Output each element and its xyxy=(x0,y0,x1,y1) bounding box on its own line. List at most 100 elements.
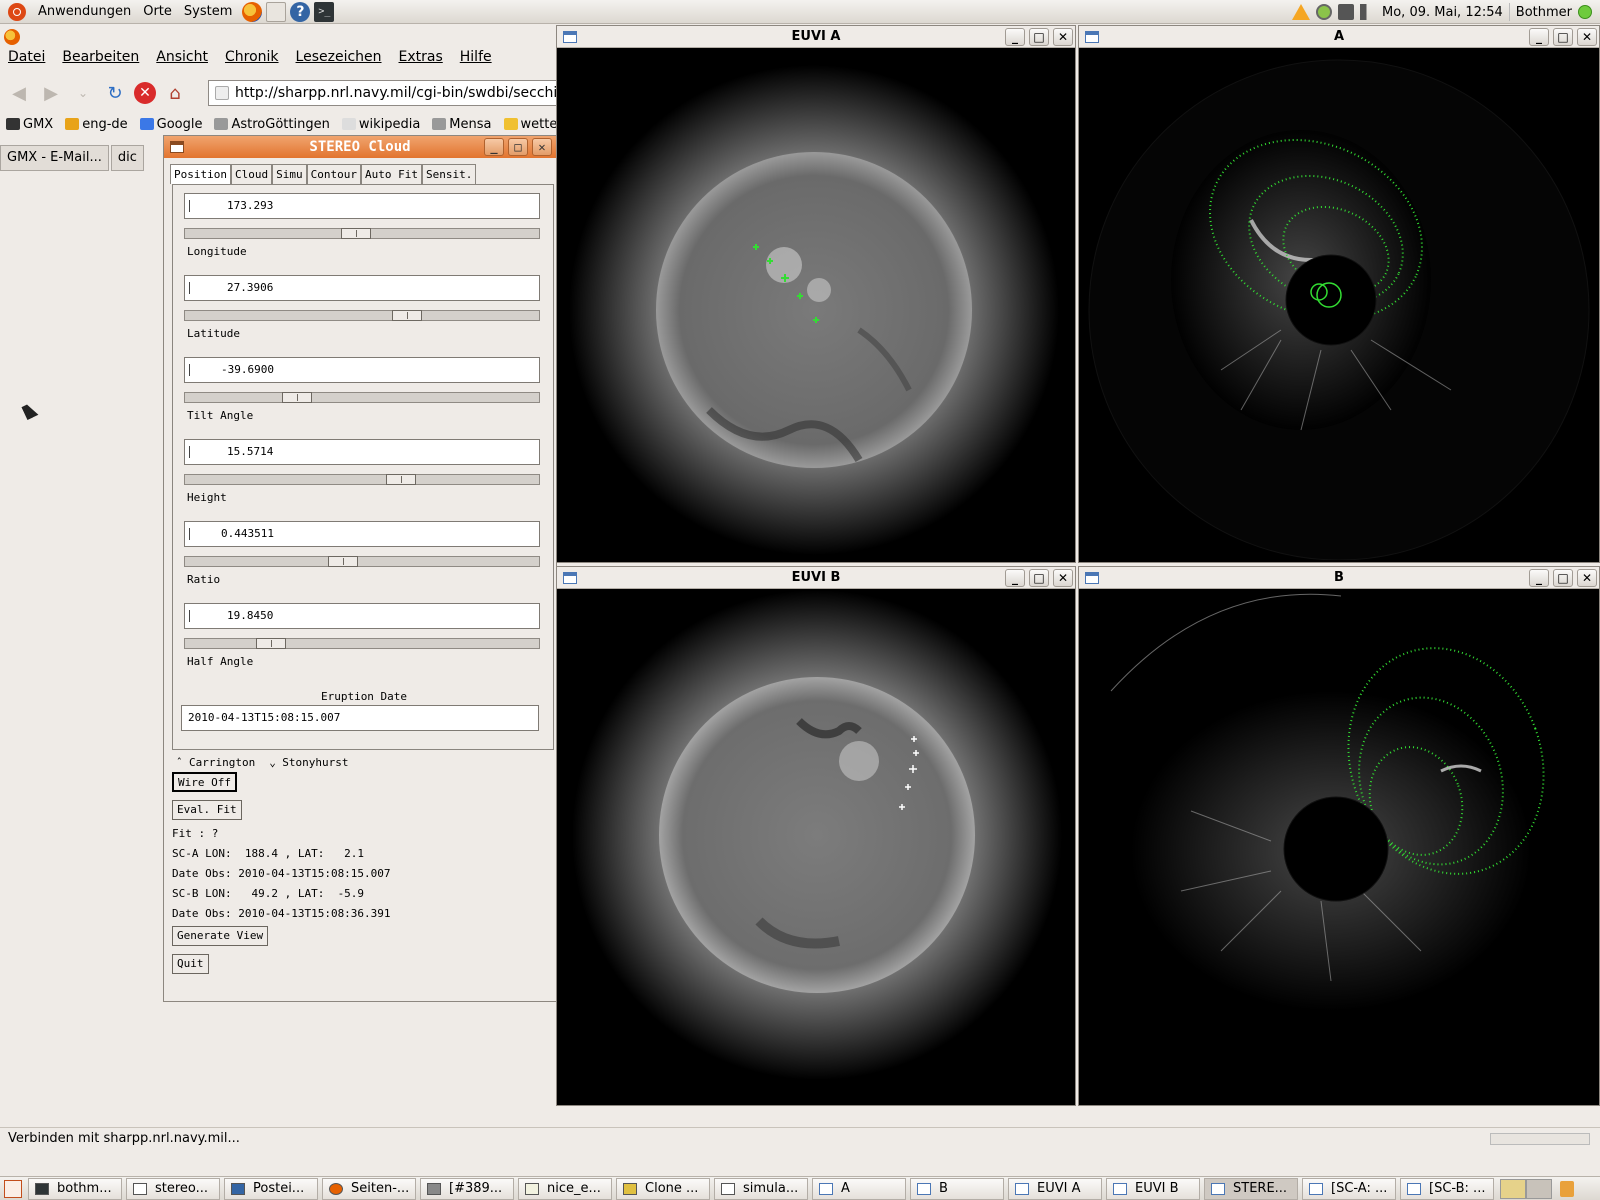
cor-b-image[interactable] xyxy=(1081,591,1597,1103)
maximize-icon[interactable]: □ xyxy=(1029,28,1049,46)
show-desktop-icon[interactable] xyxy=(4,1179,22,1198)
menu-places[interactable]: Orte xyxy=(137,0,178,24)
task-sc-a[interactable]: [SC-A: ... xyxy=(1302,1177,1396,1200)
height-field[interactable]: 15.5714 xyxy=(184,439,540,465)
half-angle-field[interactable]: 19.8450 xyxy=(184,603,540,629)
maximize-icon[interactable]: □ xyxy=(508,138,528,156)
task-stereo-file[interactable]: stereo... xyxy=(126,1177,220,1200)
tab-simu[interactable]: Simu xyxy=(272,164,307,184)
task-terminal[interactable]: bothm... xyxy=(28,1177,122,1200)
task-simula[interactable]: simula... xyxy=(714,1177,808,1200)
url-bar[interactable]: http://sharpp.nrl.navy.mil/cgi-bin/swdbi… xyxy=(208,80,560,106)
task-clone[interactable]: Clone ... xyxy=(616,1177,710,1200)
task-stereo-cloud[interactable]: STERE... xyxy=(1204,1177,1298,1200)
tilt-angle-field[interactable]: -39.6900 xyxy=(184,357,540,383)
mail-launcher-icon[interactable] xyxy=(266,1,287,22)
radio-stonyhurst[interactable]: ⌄ Stonyhurst xyxy=(269,756,348,769)
user-status-icon[interactable] xyxy=(1578,5,1592,19)
task-euvi-b[interactable]: EUVI B xyxy=(1106,1177,1200,1200)
latitude-slider[interactable] xyxy=(184,310,540,321)
tab-position[interactable]: Position xyxy=(170,164,231,184)
half-angle-slider[interactable] xyxy=(184,638,540,649)
window-menu-icon[interactable] xyxy=(563,31,577,43)
menu-datei[interactable]: Datei xyxy=(8,49,45,71)
longitude-slider[interactable] xyxy=(184,228,540,239)
height-slider[interactable] xyxy=(184,474,540,485)
task-firefox[interactable]: Seiten-... xyxy=(322,1177,416,1200)
reload-icon[interactable]: ↻ xyxy=(102,80,128,106)
bookmark-eng-de[interactable]: eng-de xyxy=(65,117,128,139)
minimize-icon[interactable]: _ xyxy=(484,138,504,156)
slider-thumb[interactable] xyxy=(282,392,312,403)
help-launcher-icon[interactable]: ? xyxy=(290,1,311,22)
cor-b-titlebar[interactable]: B _ □ ✕ xyxy=(1079,567,1599,589)
maximize-icon[interactable]: □ xyxy=(1029,569,1049,587)
trash-icon[interactable] xyxy=(1560,1180,1574,1197)
tab-dict[interactable]: dic xyxy=(110,145,144,171)
wire-off-button[interactable]: Wire Off xyxy=(172,772,237,792)
slider-thumb[interactable] xyxy=(386,474,416,485)
slider-thumb[interactable] xyxy=(341,228,371,239)
maximize-icon[interactable]: □ xyxy=(1553,569,1573,587)
slider-thumb[interactable] xyxy=(392,310,422,321)
cor-a-image[interactable] xyxy=(1081,50,1597,560)
task-b[interactable]: B xyxy=(910,1177,1004,1200)
user-menu[interactable]: Bothmer xyxy=(1516,5,1572,20)
tab-gmx[interactable]: GMX - E-Mail... xyxy=(0,145,109,171)
close-icon[interactable]: ✕ xyxy=(1053,28,1073,46)
volume-icon[interactable] xyxy=(1360,4,1377,20)
task-mail[interactable]: Postei... xyxy=(224,1177,318,1200)
task-euvi-a[interactable]: EUVI A xyxy=(1008,1177,1102,1200)
slider-thumb[interactable] xyxy=(256,638,286,649)
terminal-launcher-icon[interactable]: >_ xyxy=(314,1,335,22)
ubuntu-logo-icon[interactable] xyxy=(8,2,26,21)
task-a[interactable]: A xyxy=(812,1177,906,1200)
close-icon[interactable]: ✕ xyxy=(532,138,552,156)
euvi-a-titlebar[interactable]: EUVI A _ □ ✕ xyxy=(557,26,1075,48)
minimize-icon[interactable]: _ xyxy=(1005,569,1025,587)
tab-cloud[interactable]: Cloud xyxy=(230,164,273,184)
minimize-icon[interactable]: _ xyxy=(1005,28,1025,46)
menu-extras[interactable]: Extras xyxy=(399,49,443,71)
menu-hilfe[interactable]: Hilfe xyxy=(460,49,492,71)
ratio-slider[interactable] xyxy=(184,556,540,567)
window-menu-icon[interactable] xyxy=(1085,31,1099,43)
workspace-1[interactable] xyxy=(1500,1178,1526,1199)
tab-sensit[interactable]: Sensit. xyxy=(421,164,477,184)
close-icon[interactable]: ✕ xyxy=(1577,28,1597,46)
firefox-launcher-icon[interactable] xyxy=(242,1,263,22)
menu-chronik[interactable]: Chronik xyxy=(225,49,279,71)
window-menu-icon[interactable] xyxy=(563,572,577,584)
home-icon[interactable]: ⌂ xyxy=(162,80,188,106)
firefox-window-icon[interactable] xyxy=(4,29,20,45)
radio-carrington[interactable]: ˆ Carrington xyxy=(176,756,255,769)
task-ticket[interactable]: [#389... xyxy=(420,1177,514,1200)
minimize-icon[interactable]: _ xyxy=(1529,28,1549,46)
stop-icon[interactable]: ✕ xyxy=(134,82,156,104)
cor-a-titlebar[interactable]: A _ □ ✕ xyxy=(1079,26,1599,48)
quit-button[interactable]: Quit xyxy=(172,954,209,974)
ratio-field[interactable]: 0.443511 xyxy=(184,521,540,547)
menu-system[interactable]: System xyxy=(178,0,238,24)
clock[interactable]: Mo, 09. Mai, 12:54 xyxy=(1382,5,1503,20)
task-sc-b[interactable]: [SC-B: ... xyxy=(1400,1177,1494,1200)
minimize-icon[interactable]: _ xyxy=(1529,569,1549,587)
window-menu-icon[interactable] xyxy=(170,141,184,153)
window-menu-icon[interactable] xyxy=(1085,572,1099,584)
bookmark-gmx[interactable]: GMX xyxy=(6,117,53,139)
stereo-cloud-titlebar[interactable]: STEREO Cloud _ □ ✕ xyxy=(164,136,556,158)
computer-icon[interactable] xyxy=(1338,4,1355,20)
tab-contour[interactable]: Contour xyxy=(306,164,361,184)
longitude-field[interactable]: 173.293 xyxy=(184,193,540,219)
task-nice-e[interactable]: nice_e... xyxy=(518,1177,612,1200)
close-icon[interactable]: ✕ xyxy=(1577,569,1597,587)
site-identity-icon[interactable] xyxy=(215,86,229,100)
generate-view-button[interactable]: Generate View xyxy=(172,926,269,946)
workspace-2[interactable] xyxy=(1526,1178,1552,1199)
eval-fit-button[interactable]: Eval. Fit xyxy=(172,800,242,820)
menu-bearbeiten[interactable]: Bearbeiten xyxy=(62,49,139,71)
history-dropdown-icon[interactable]: ⌄ xyxy=(70,80,96,106)
euvi-b-image[interactable] xyxy=(559,591,1073,1103)
eruption-date-field[interactable]: 2010-04-13T15:08:15.007 xyxy=(181,705,539,731)
warning-icon[interactable] xyxy=(1292,4,1311,20)
